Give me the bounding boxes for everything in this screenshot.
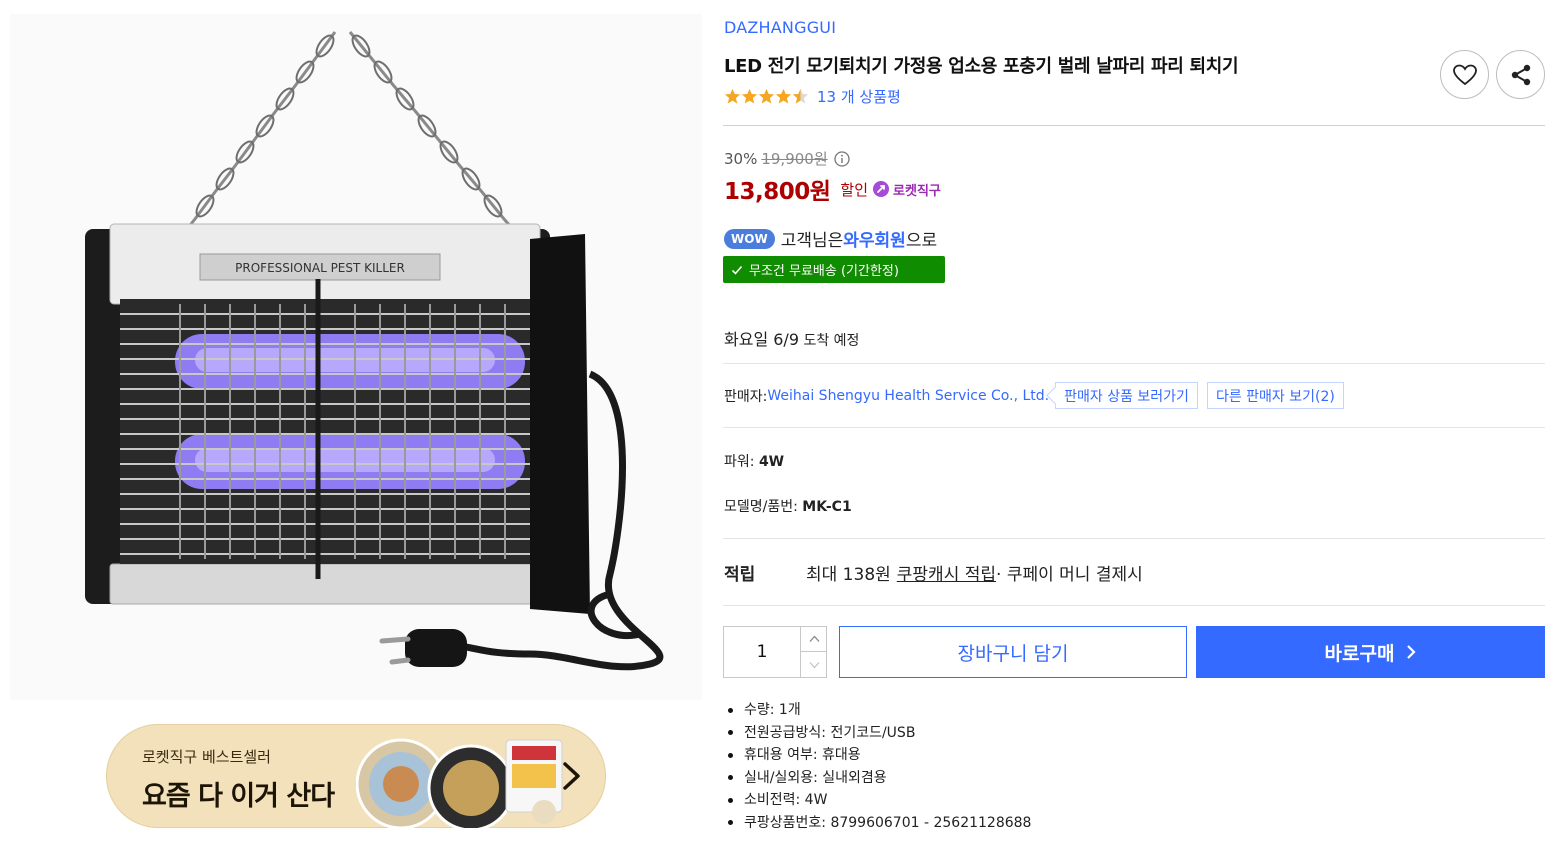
buy-now-button[interactable]: 바로구매 [1196,626,1545,678]
product-title: LED 전기 모기퇴치기 가정용 업소용 포충기 벌레 날파리 파리 퇴치기 [724,56,1239,77]
divider [723,125,1545,126]
chevron-right-icon [563,762,580,790]
model-attribute: 모델명/품번: MK-C1 [724,496,852,516]
rocket-icon [873,181,890,197]
seller-name-link[interactable]: Weihai Shengyu Health Service Co., Ltd. [767,388,1049,404]
power-value: 4W [758,454,785,470]
spec-item: 실내/실외용: 실내외겸용 [724,767,1031,790]
points-prefix: 최대 138원 [806,565,891,585]
review-count-link[interactable]: 13 개 상품평 [817,86,901,107]
cash-points-row: 적립 최대 138원 쿠팡캐시 적립 · 쿠페이 머니 결제시 [724,560,1143,585]
quantity-increase-button[interactable] [800,627,827,652]
star-half-icon [792,88,809,104]
wow-prefix: 고객님은 [780,231,844,251]
chevron-right-icon [1407,645,1417,659]
banner-subtitle: 로켓직구 베스트셀러 [142,748,271,766]
price-discount-row: 30% 19,900원 [724,148,850,169]
product-rating[interactable]: 13 개 상품평 [724,86,901,107]
points-suffix: · 쿠페이 머니 결제시 [996,565,1143,585]
star-icon [775,88,792,104]
wow-badge: WOW [724,228,775,249]
chevron-up-icon [809,635,819,642]
spec-item: 수량: 1개 [724,699,1031,722]
power-label: 파워: [724,454,759,470]
view-seller-products-button[interactable]: 판매자 상품 보러가기 [1055,382,1198,409]
delivery-estimate: 화요일 6/9 도착 예정 [724,326,859,350]
divider [723,363,1545,364]
spec-item: 소비전력: 4W [724,789,1031,812]
quantity-decrease-button[interactable] [800,652,827,677]
free-shipping-label: 무조건 무료배송 (기간한정) [749,264,899,279]
sale-price-row: 13,800원 할인 로켓직구 [724,172,941,206]
wow-suffix: 으로 [905,231,938,251]
sale-price: 13,800원 [724,179,831,205]
delivery-note: 도착 예정 [799,333,860,349]
delivery-day: 화요일 6/9 [724,330,799,349]
banner-title: 요즘 다 이거 산다 [142,781,335,812]
brand-link[interactable]: DAZHANGGUI [724,18,836,37]
sale-tag: 할인 [840,180,869,199]
divider [723,605,1545,606]
star-icon [741,88,758,104]
other-sellers-button[interactable]: 다른 판매자 보기(2) [1206,382,1344,409]
power-attribute: 파워: 4W [724,451,784,471]
buy-now-label: 바로구매 [1324,642,1395,665]
product-spec-list: 수량: 1개 전원공급방식: 전기코드/USB 휴대용 여부: 휴대용 실내/실… [724,699,1031,834]
wow-member-row: WOW 고객님은 와우회원 으로 [724,226,937,251]
seller-label: 판매자: [724,388,768,405]
heart-icon [1452,64,1477,85]
bug-zapper-illustration: PROFESSIONAL PEST KILLER [85,31,664,671]
favorite-button[interactable] [1440,50,1489,99]
rating-stars [724,88,809,105]
original-price: 19,900원 [761,150,828,168]
divider [723,538,1545,539]
coupang-cash-link[interactable]: 쿠팡캐시 적립 [897,560,996,585]
share-icon [1511,64,1530,85]
rocket-label: 로켓직구 [893,183,941,199]
check-icon [731,265,743,275]
star-icon [758,88,775,104]
wow-member-text: 와우회원 [843,231,906,251]
free-shipping-badge: 무조건 무료배송 (기간한정) [723,256,945,283]
product-main-image[interactable]: PROFESSIONAL PEST KILLER [10,14,702,700]
add-to-cart-button[interactable]: 장바구니 담기 [839,626,1187,678]
rocket-bestseller-banner[interactable]: 로켓직구 베스트셀러 요즘 다 이거 산다 [106,724,606,828]
spec-item: 전원공급방식: 전기코드/USB [724,722,1031,745]
quantity-input[interactable] [724,627,800,677]
share-button[interactable] [1496,50,1545,99]
seller-row: 판매자: Weihai Shengyu Health Service Co., … [724,382,1344,409]
star-icon [724,88,741,104]
rocket-direct-badge: 로켓직구 [872,180,941,199]
quantity-stepper[interactable] [723,626,827,678]
points-label: 적립 [724,565,756,585]
spec-item: 쿠팡상품번호: 8799606701 - 25621128688 [724,812,1031,835]
divider [723,427,1545,428]
spec-item: 휴대용 여부: 휴대용 [724,744,1031,767]
model-value: MK-C1 [802,499,852,515]
chevron-down-icon [809,661,819,668]
add-to-cart-label: 장바구니 담기 [957,642,1069,665]
image-label-text: PROFESSIONAL PEST KILLER [235,261,405,275]
model-label: 모델명/품번: [724,499,803,515]
discount-rate: 30% [724,149,758,168]
info-icon[interactable] [833,150,850,167]
